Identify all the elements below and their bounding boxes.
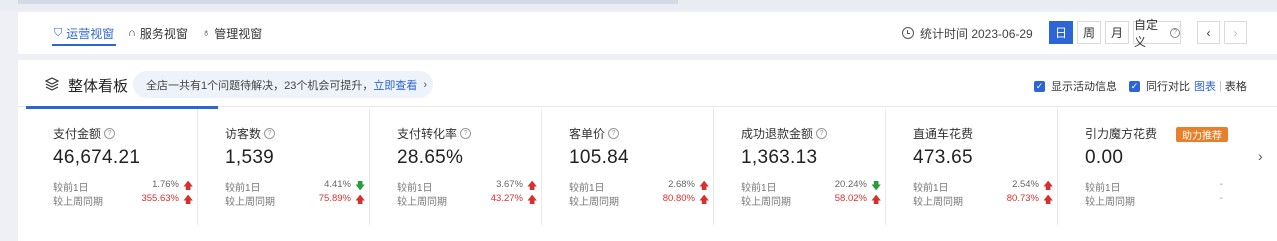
chevron-right-icon: › bbox=[1233, 25, 1238, 40]
day-compare-row: 较前1日 2.68% 🡅 bbox=[569, 179, 710, 194]
period-week-label: 周 bbox=[1082, 26, 1095, 40]
week-compare-row: 较上周同期 355.63% 🡅 bbox=[53, 193, 194, 208]
tab-management[interactable]: ♁ 管理视窗 bbox=[202, 12, 262, 54]
clock-icon bbox=[902, 27, 914, 39]
period-month-label: 月 bbox=[1110, 26, 1123, 40]
notice-bar[interactable]: 全店一共有1个问题待解决，23个机会可提升， 立即查看 › bbox=[133, 71, 433, 98]
metric-value: 105.84 bbox=[569, 147, 629, 168]
metric-label: 访客数? bbox=[225, 125, 276, 142]
stat-time: 统计时间 2023-06-29 bbox=[902, 12, 1033, 54]
metric-label: 客单价? bbox=[569, 125, 620, 142]
tab-service-label: 服务视窗 bbox=[139, 26, 188, 41]
day-compare-row: 较前1日 20.24% 🡇 bbox=[741, 179, 882, 194]
week-compare-row: 较上周同期 - bbox=[1085, 193, 1223, 208]
view-chart-link[interactable]: 图表 bbox=[1194, 78, 1216, 94]
metric-card-payment[interactable]: 支付金额? 46,674.21 较前1日 1.76% 🡅 较上周同期 355.63% 🡅 bbox=[26, 109, 198, 225]
arrow-up-icon: 🡅 bbox=[183, 195, 194, 206]
period-custom-label: 自定义 bbox=[1134, 17, 1159, 49]
top-strip-segment bbox=[18, 0, 678, 4]
help-icon: ? bbox=[608, 128, 620, 139]
chevron-right-icon: › bbox=[423, 78, 428, 91]
tab-service[interactable]: ∩ 服务视窗 bbox=[128, 12, 188, 54]
top-strip bbox=[0, 0, 1277, 10]
help-icon: ? bbox=[104, 128, 116, 139]
show-activity-option[interactable]: ✓ 显示活动信息 bbox=[1034, 78, 1117, 94]
view-navbar: ⛉ 运营视窗 ∩ 服务视窗 ♁ 管理视窗 统计时间 2023-06-29 日 周… bbox=[18, 12, 1277, 54]
metric-label: 支付转化率? bbox=[397, 125, 472, 142]
peer-compare-option[interactable]: ✓ 同行对比 图表 | 表格 bbox=[1129, 78, 1247, 94]
chevron-left-icon: ‹ bbox=[1206, 25, 1211, 40]
notice-link[interactable]: 立即查看 bbox=[373, 77, 417, 93]
period-week-button[interactable]: 周 bbox=[1077, 21, 1101, 44]
help-icon: ? bbox=[460, 128, 472, 139]
metric-value: 46,674.21 bbox=[53, 147, 141, 168]
shield-icon: ⛉ bbox=[54, 26, 63, 39]
metric-card-ztc-spend[interactable]: 直通车花费 473.65 较前1日 2.54% 🡅 较上周同期 80.73% 🡅 bbox=[886, 109, 1058, 225]
tab-management-label: 管理视窗 bbox=[214, 26, 263, 41]
metric-label: 支付金额? bbox=[53, 125, 116, 142]
week-compare-row: 较上周同期 43.27% 🡅 bbox=[397, 193, 538, 208]
metric-card-avg-order[interactable]: 客单价? 105.84 较前1日 2.68% 🡅 较上周同期 80.80% 🡅 bbox=[542, 109, 714, 225]
metric-label: 直通车花费 bbox=[913, 127, 974, 141]
metric-card-refund[interactable]: 成功退款金额? 1,363.13 较前1日 20.24% 🡇 较上周同期 58.02%… bbox=[714, 109, 886, 225]
metric-value: 1,539 bbox=[225, 147, 275, 168]
tab-operations-label: 运营视窗 bbox=[66, 26, 115, 41]
recommend-badge[interactable]: 助力推荐 bbox=[1176, 127, 1228, 142]
help-icon: ? bbox=[816, 128, 828, 139]
help-icon: ? bbox=[1170, 27, 1180, 38]
week-compare-row: 较上周同期 80.80% 🡅 bbox=[569, 193, 710, 208]
metric-card-conversion[interactable]: 支付转化率? 28.65% 较前1日 3.67% 🡅 较上周同期 43.27% 🡅 bbox=[370, 109, 542, 225]
day-compare-row: 较前1日 1.76% 🡅 bbox=[53, 179, 194, 194]
day-compare-row: 较前1日 - bbox=[1085, 179, 1223, 194]
period-day-label: 日 bbox=[1054, 26, 1067, 40]
arrow-up-icon: 🡅 bbox=[871, 195, 882, 206]
checkbox-checked-icon[interactable]: ✓ bbox=[1034, 80, 1045, 92]
metric-value: 1,363.13 bbox=[741, 147, 818, 168]
metric-value: 0.00 bbox=[1085, 147, 1124, 168]
arrow-up-icon: 🡅 bbox=[699, 195, 710, 206]
day-compare-row: 较前1日 4.41% 🡇 bbox=[225, 179, 366, 194]
arrow-up-icon: 🡅 bbox=[355, 195, 366, 206]
period-custom-button[interactable]: 自定义? bbox=[1133, 18, 1181, 49]
headset-icon: ∩ bbox=[128, 27, 136, 39]
help-icon: ? bbox=[264, 128, 276, 139]
view-table-link[interactable]: 表格 bbox=[1225, 78, 1247, 94]
peer-compare-label: 同行对比 bbox=[1146, 81, 1190, 93]
panel-title: 整体看板 bbox=[68, 78, 129, 95]
prev-button[interactable]: ‹ bbox=[1197, 21, 1220, 44]
day-compare-row: 较前1日 3.67% 🡅 bbox=[397, 179, 538, 194]
overview-panel: 整体看板 全店一共有1个问题待解决，23个机会可提升， 立即查看 › ✓ 显示活动信… bbox=[18, 60, 1277, 241]
week-compare-row: 较上周同期 58.02% 🡅 bbox=[741, 193, 882, 208]
week-compare-row: 较上周同期 80.73% 🡅 bbox=[913, 193, 1054, 208]
day-compare-row: 较前1日 2.54% 🡅 bbox=[913, 179, 1054, 194]
show-activity-label: 显示活动信息 bbox=[1051, 81, 1117, 93]
metric-label: 引力魔方花费 bbox=[1085, 127, 1158, 141]
arrow-up-icon: 🡅 bbox=[527, 195, 538, 206]
metric-value: 28.65% bbox=[397, 147, 464, 168]
period-month-button[interactable]: 月 bbox=[1105, 21, 1129, 44]
layers-icon bbox=[44, 77, 60, 91]
notice-text: 全店一共有1个问题待解决，23个机会可提升， bbox=[146, 79, 374, 92]
view-separator: | bbox=[1219, 80, 1222, 92]
metric-value: 473.65 bbox=[913, 147, 973, 168]
period-day-button[interactable]: 日 bbox=[1049, 21, 1073, 44]
next-date-button[interactable]: › bbox=[1224, 21, 1247, 44]
stat-time-text: 统计时间 2023-06-29 bbox=[920, 26, 1033, 41]
week-compare-row: 较上周同期 75.89% 🡅 bbox=[225, 193, 366, 208]
metric-card-visitors[interactable]: 访客数? 1,539 较前1日 4.41% 🡇 较上周同期 75.89% 🡅 bbox=[198, 109, 370, 225]
checkbox-checked-icon[interactable]: ✓ bbox=[1129, 80, 1140, 92]
cards-next-arrow[interactable]: › bbox=[1258, 148, 1263, 164]
metric-label: 成功退款金额? bbox=[741, 125, 828, 142]
tab-operations[interactable]: ⛉ 运营视窗 bbox=[51, 12, 117, 54]
chevron-right-icon: › bbox=[1258, 148, 1263, 164]
bulb-icon: ♁ bbox=[202, 27, 211, 39]
arrow-up-icon: 🡅 bbox=[1043, 195, 1054, 206]
